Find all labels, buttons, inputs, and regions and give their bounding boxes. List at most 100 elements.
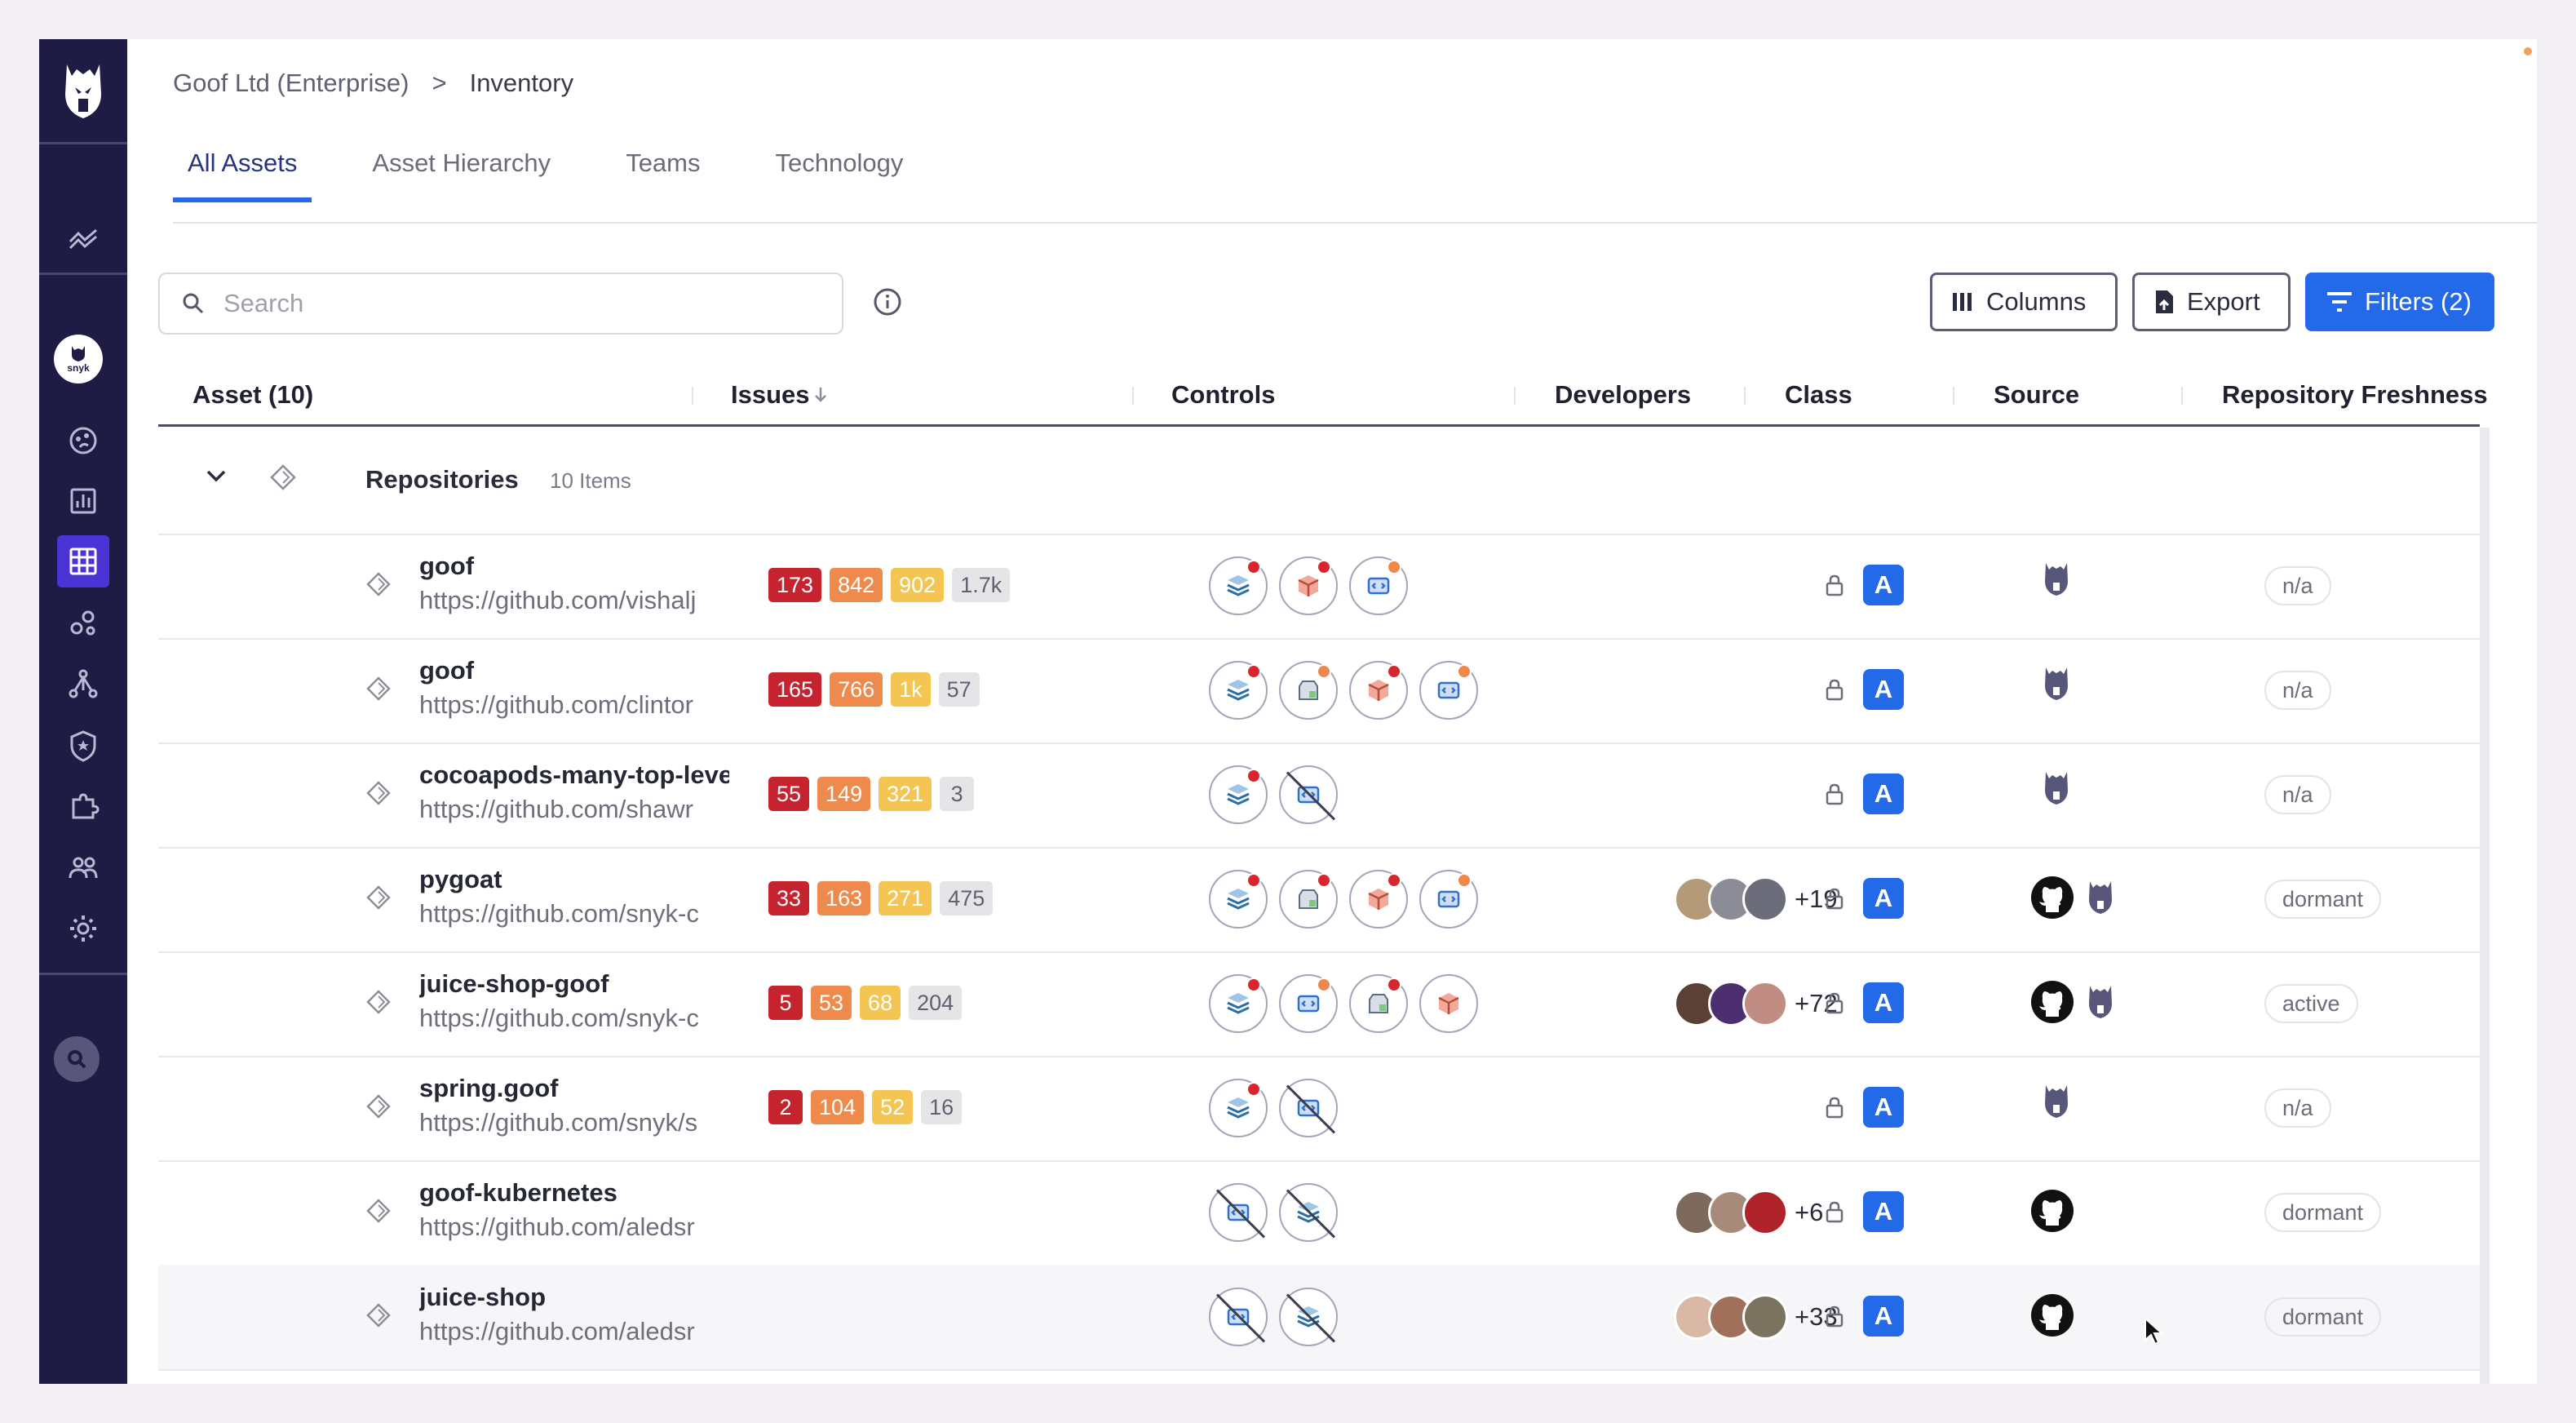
asset-url[interactable]: https://github.com/vishalj	[419, 586, 729, 615]
policies-shield-icon[interactable]	[57, 720, 109, 772]
control-container-icon[interactable]	[1279, 556, 1338, 615]
issue-count-critical[interactable]: 165	[768, 672, 822, 707]
developer-avatar[interactable]	[1742, 981, 1788, 1026]
table-row[interactable]: goof https://github.com/vishalj 173 842 902 1…	[158, 534, 2480, 640]
snyk-source-icon[interactable]	[2043, 561, 2070, 601]
issue-count-low[interactable]: 475	[940, 881, 994, 915]
control-sast-icon[interactable]	[1209, 1288, 1268, 1346]
control-iac-icon[interactable]	[1349, 974, 1408, 1033]
developer-avatar[interactable]	[1742, 1294, 1788, 1340]
issue-count-low[interactable]: 1.7k	[952, 568, 1011, 602]
column-header-repository-freshness[interactable]: Repository Freshness	[2222, 380, 2488, 410]
asset-name[interactable]: cocoapods-many-top-leve	[419, 760, 729, 790]
github-icon[interactable]	[2029, 875, 2075, 924]
column-separator[interactable]	[1953, 387, 1954, 405]
issue-count-low[interactable]: 204	[909, 986, 963, 1020]
issue-count-critical[interactable]: 2	[768, 1090, 803, 1124]
export-button[interactable]: Export	[2132, 273, 2291, 331]
dashboard-icon[interactable]	[57, 414, 109, 467]
asset-name[interactable]: pygoat	[419, 865, 729, 894]
control-code-icon[interactable]	[1209, 765, 1268, 824]
control-code-icon[interactable]	[1209, 974, 1268, 1033]
issue-count-medium[interactable]: 1k	[891, 672, 931, 707]
reports-icon[interactable]	[57, 475, 109, 527]
global-search-icon[interactable]	[54, 1036, 100, 1082]
control-container-icon[interactable]	[1349, 661, 1408, 720]
table-row[interactable]: juice-shop https://github.com/aledsr +33 Ad…	[158, 1265, 2480, 1371]
asset-name[interactable]: juice-shop-goof	[419, 969, 729, 999]
developers[interactable]: +6	[1674, 1190, 1823, 1235]
class-badge[interactable]: A	[1863, 1191, 1904, 1232]
issue-count-high[interactable]: 163	[817, 881, 871, 915]
issue-count-low[interactable]: 3	[940, 777, 975, 811]
column-header-issues[interactable]: Issues	[731, 380, 828, 410]
hierarchy-icon[interactable]	[57, 658, 109, 710]
members-icon[interactable]	[57, 842, 109, 894]
developers[interactable]: +72	[1674, 981, 1838, 1026]
collapse-sidebar-icon[interactable]	[57, 212, 109, 264]
developers-more-count[interactable]: +6	[1795, 1198, 1823, 1227]
control-sast-icon[interactable]	[1279, 974, 1338, 1033]
table-row[interactable]: pygoat https://github.com/snyk-c 33 163 271 4…	[158, 847, 2480, 953]
columns-button[interactable]: Columns	[1930, 273, 2118, 331]
group-row-repositories[interactable]: Repositories 10 Items	[158, 428, 2480, 535]
asset-url[interactable]: https://github.com/aledsr	[419, 1212, 729, 1242]
github-icon[interactable]	[2029, 979, 2075, 1029]
control-container-icon[interactable]	[1419, 974, 1478, 1033]
control-sast-icon[interactable]	[1419, 870, 1478, 929]
control-sast-icon[interactable]	[1419, 661, 1478, 720]
control-iac-icon[interactable]	[1279, 661, 1338, 720]
issue-count-medium[interactable]: 321	[879, 777, 932, 811]
table-row[interactable]: goof-kubernetes https://github.com/aledsr…	[158, 1160, 2480, 1266]
column-separator[interactable]	[1744, 387, 1746, 405]
issue-count-low[interactable]: 16	[921, 1090, 963, 1124]
asset-url[interactable]: https://github.com/snyk-c	[419, 1004, 729, 1033]
issue-count-critical[interactable]: 33	[768, 881, 810, 915]
issue-count-medium[interactable]: 52	[872, 1090, 914, 1124]
snyk-logo-icon[interactable]	[39, 39, 127, 142]
asset-url[interactable]: https://github.com/aledsr	[419, 1317, 729, 1346]
column-header-asset[interactable]: Asset (10)	[193, 380, 313, 410]
asset-url[interactable]: https://github.com/snyk/s	[419, 1108, 729, 1137]
settings-gear-icon[interactable]	[57, 902, 109, 955]
control-sast-icon[interactable]	[1279, 765, 1338, 824]
asset-name[interactable]: juice-shop	[419, 1283, 729, 1312]
control-container-icon[interactable]	[1349, 870, 1408, 929]
issue-count-critical[interactable]: 55	[768, 777, 810, 811]
org-avatar[interactable]: snyk	[54, 335, 103, 383]
asset-name[interactable]: goof	[419, 656, 729, 685]
column-separator[interactable]	[1514, 387, 1516, 405]
column-header-source[interactable]: Source	[1994, 380, 2079, 410]
breadcrumb-org[interactable]: Goof Ltd (Enterprise)	[173, 69, 409, 98]
snyk-source-icon[interactable]	[2087, 984, 2114, 1024]
filters-button[interactable]: Filters (2)	[2305, 273, 2494, 331]
snyk-source-icon[interactable]	[2043, 666, 2070, 706]
issue-count-medium[interactable]: 271	[879, 881, 932, 915]
control-code-icon[interactable]	[1209, 870, 1268, 929]
class-badge[interactable]: A	[1863, 565, 1904, 605]
table-row[interactable]: juice-shop-goof https://github.com/snyk-c…	[158, 951, 2480, 1057]
asset-name[interactable]: goof-kubernetes	[419, 1178, 729, 1208]
tab-all-assets[interactable]: All Assets	[173, 149, 312, 202]
tab-technology[interactable]: Technology	[761, 149, 918, 202]
issue-count-critical[interactable]: 5	[768, 986, 803, 1020]
inventory-icon[interactable]	[57, 535, 109, 587]
column-header-developers[interactable]: Developers	[1555, 380, 1691, 410]
issue-count-medium[interactable]: 902	[891, 568, 945, 602]
class-badge[interactable]: A	[1863, 1087, 1904, 1128]
control-sast-icon[interactable]	[1349, 556, 1408, 615]
asset-url[interactable]: https://github.com/shawr	[419, 795, 729, 824]
tab-teams[interactable]: Teams	[611, 149, 715, 202]
class-badge[interactable]: A	[1863, 774, 1904, 814]
snyk-source-icon[interactable]	[2087, 880, 2114, 920]
issue-count-high[interactable]: 53	[811, 986, 852, 1020]
snyk-source-icon[interactable]	[2043, 1084, 2070, 1124]
asset-url[interactable]: https://github.com/snyk-c	[419, 899, 729, 929]
developers[interactable]: +33	[1674, 1294, 1838, 1340]
column-separator[interactable]	[1132, 387, 1134, 405]
control-sast-icon[interactable]	[1279, 1079, 1338, 1137]
github-icon[interactable]	[2029, 1188, 2075, 1238]
issue-count-high[interactable]: 104	[811, 1090, 865, 1124]
integrations-icon[interactable]	[57, 597, 109, 649]
table-row[interactable]: goof https://github.com/clintor 165 766 1k 57…	[158, 638, 2480, 744]
